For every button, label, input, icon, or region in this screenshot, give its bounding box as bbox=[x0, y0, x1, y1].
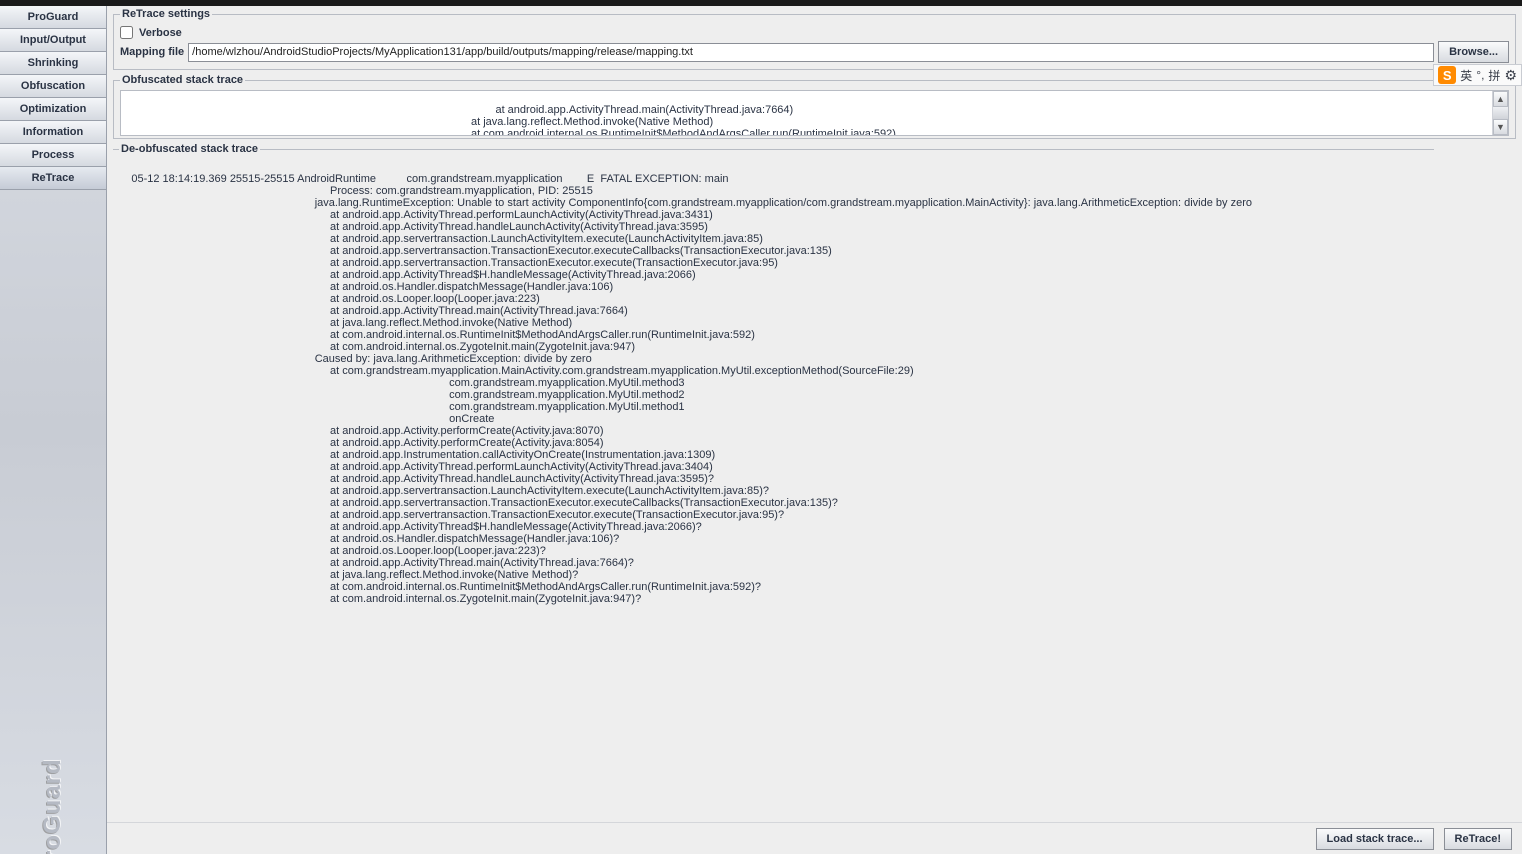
mapping-file-label: Mapping file bbox=[120, 46, 184, 58]
ime-logo-icon[interactable]: S bbox=[1438, 66, 1456, 84]
obfuscated-legend: Obfuscated stack trace bbox=[120, 74, 245, 86]
sidebar-tab-shrinking[interactable]: Shrinking bbox=[0, 52, 106, 75]
sidebar-tab-retrace[interactable]: ReTrace bbox=[0, 167, 106, 190]
ime-layout[interactable]: 拼 bbox=[1488, 67, 1500, 84]
verbose-checkbox[interactable] bbox=[120, 26, 133, 39]
mapping-file-input[interactable] bbox=[188, 43, 1434, 62]
load-stacktrace-button[interactable]: Load stack trace... bbox=[1316, 828, 1434, 850]
retrace-settings-legend: ReTrace settings bbox=[120, 8, 212, 20]
verbose-label: Verbose bbox=[139, 27, 182, 39]
scroll-down-icon[interactable]: ▼ bbox=[1493, 119, 1508, 135]
sidebar-tabs: ProGuard Input/Output Shrinking Obfuscat… bbox=[0, 6, 106, 190]
ime-language[interactable]: 英 bbox=[1460, 67, 1472, 84]
obfuscated-textarea[interactable]: at android.app.ActivityThread.main(Activ… bbox=[120, 90, 1509, 136]
obfuscated-stacktrace-group: Obfuscated stack trace at android.app.Ac… bbox=[113, 74, 1516, 139]
sidebar-tab-obfuscation[interactable]: Obfuscation bbox=[0, 75, 106, 98]
main-area: ProGuard Input/Output Shrinking Obfuscat… bbox=[0, 6, 1522, 854]
footer-buttons: Load stack trace... ReTrace! bbox=[107, 822, 1522, 854]
sidebar: ProGuard Input/Output Shrinking Obfuscat… bbox=[0, 6, 107, 854]
obfuscated-text: at android.app.ActivityThread.main(Activ… bbox=[471, 104, 896, 136]
obfuscated-scrollbar[interactable]: ▲ ▼ bbox=[1492, 91, 1508, 135]
deobfuscated-legend: De-obfuscated stack trace bbox=[119, 143, 260, 155]
deobfuscated-text: 05-12 18:14:19.369 25515-25515 AndroidRu… bbox=[113, 173, 1252, 605]
scroll-up-icon[interactable]: ▲ bbox=[1493, 91, 1508, 107]
browse-button[interactable]: Browse... bbox=[1438, 41, 1509, 63]
deobfuscated-stacktrace-group: De-obfuscated stack trace bbox=[113, 143, 1434, 159]
sidebar-tab-proguard[interactable]: ProGuard bbox=[0, 6, 106, 29]
ime-punctuation[interactable]: °, bbox=[1476, 68, 1484, 82]
sidebar-tab-input-output[interactable]: Input/Output bbox=[0, 29, 106, 52]
sidebar-tab-process[interactable]: Process bbox=[0, 144, 106, 167]
deobfuscated-textarea[interactable]: 05-12 18:14:19.369 25515-25515 AndroidRu… bbox=[113, 161, 1516, 820]
ime-toolbar[interactable]: S 英 °, 拼 ⚙ bbox=[1433, 64, 1522, 86]
sidebar-tab-optimization[interactable]: Optimization bbox=[0, 98, 106, 121]
proguard-logo: ProGuard bbox=[39, 771, 67, 854]
scroll-thumb[interactable] bbox=[1493, 107, 1508, 119]
content-panel: ReTrace settings Verbose Mapping file Br… bbox=[107, 6, 1522, 854]
gear-icon[interactable]: ⚙ bbox=[1504, 67, 1517, 84]
retrace-settings-group: ReTrace settings Verbose Mapping file Br… bbox=[113, 8, 1516, 70]
retrace-button[interactable]: ReTrace! bbox=[1444, 828, 1512, 850]
sidebar-tab-information[interactable]: Information bbox=[0, 121, 106, 144]
